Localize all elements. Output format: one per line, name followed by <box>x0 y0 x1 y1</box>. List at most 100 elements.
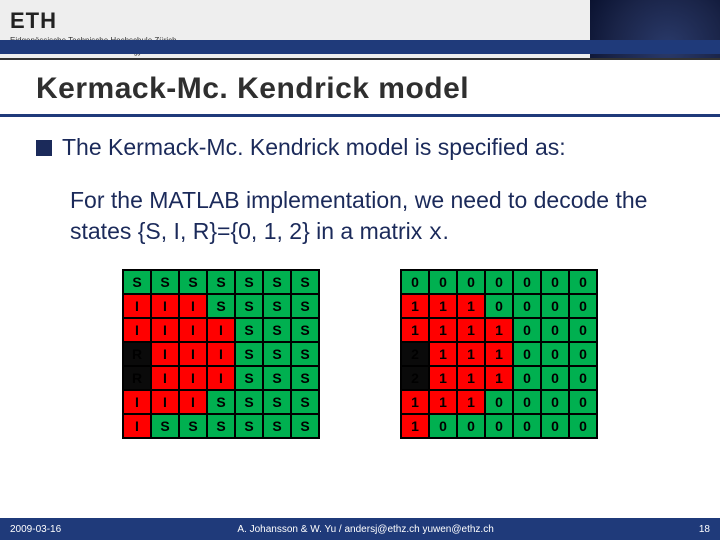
bullet-marker-icon <box>36 140 52 156</box>
state-grid-letters: SSSSSSSIIISSSSIIIISSSRIIISSSRIIISSSIIISS… <box>122 269 320 439</box>
paragraph-1: For the MATLAB implementation, we need t… <box>70 185 684 249</box>
grid-cell: S <box>207 270 235 294</box>
grid-cell: 0 <box>541 342 569 366</box>
grid-cell: 1 <box>401 294 429 318</box>
grid-cell: 0 <box>541 318 569 342</box>
grid-cell: S <box>263 366 291 390</box>
grid-cell: 1 <box>457 318 485 342</box>
grid-cell: S <box>151 270 179 294</box>
bullet-1-text: The Kermack-Mc. Kendrick model is specif… <box>62 133 566 163</box>
grid-cell: S <box>291 342 319 366</box>
grid-cell: 0 <box>569 318 597 342</box>
grid-cell: S <box>235 342 263 366</box>
grid-cell: 0 <box>457 270 485 294</box>
grid-cell: S <box>291 318 319 342</box>
grid-cell: 0 <box>513 318 541 342</box>
grid-cell: I <box>151 366 179 390</box>
grid-cell: 1 <box>429 366 457 390</box>
slide: ETH Eidgenössische Technische Hochschule… <box>0 0 720 540</box>
paragraph-1-c: . <box>442 218 448 244</box>
grid-cell: 1 <box>485 366 513 390</box>
grid-cell: 1 <box>485 318 513 342</box>
grid-cell: S <box>263 318 291 342</box>
grid-cell: 0 <box>401 270 429 294</box>
header: ETH Eidgenössische Technische Hochschule… <box>0 0 720 60</box>
grid-cell: S <box>235 294 263 318</box>
grid-cell: S <box>263 390 291 414</box>
paragraph-1-code: x <box>429 220 443 246</box>
footer-page: 18 <box>670 524 710 535</box>
grid-cell: S <box>263 294 291 318</box>
grid-cell: 0 <box>569 294 597 318</box>
grid-cell: 0 <box>569 270 597 294</box>
grid-cell: I <box>207 342 235 366</box>
grid-cell: S <box>291 390 319 414</box>
grid-cell: S <box>151 414 179 438</box>
grid-cell: I <box>151 342 179 366</box>
grid-cell: 2 <box>401 342 429 366</box>
grid-cell: 1 <box>457 390 485 414</box>
grid-cell: 0 <box>541 366 569 390</box>
tables-row: SSSSSSSIIISSSSIIIISSSRIIISSSRIIISSSIIISS… <box>36 269 684 439</box>
grid-cell: I <box>179 342 207 366</box>
grid-cell: S <box>291 414 319 438</box>
grid-cell: 0 <box>541 294 569 318</box>
grid-cell: S <box>207 294 235 318</box>
grid-cell: S <box>207 390 235 414</box>
grid-cell: 1 <box>457 294 485 318</box>
grid-cell: 1 <box>485 342 513 366</box>
grid-cell: 1 <box>429 342 457 366</box>
grid-cell: 1 <box>457 342 485 366</box>
grid-cell: 1 <box>429 318 457 342</box>
grid-cell: 0 <box>513 294 541 318</box>
grid-cell: I <box>207 366 235 390</box>
state-grid-numbers: 0000000111000011110002111000211100011100… <box>400 269 598 439</box>
grid-cell: S <box>235 318 263 342</box>
grid-cell: S <box>263 270 291 294</box>
grid-cell: I <box>151 390 179 414</box>
grid-cell: S <box>263 414 291 438</box>
grid-cell: 0 <box>569 390 597 414</box>
grid-cell: 0 <box>541 390 569 414</box>
grid-cell: I <box>179 366 207 390</box>
grid-cell: 0 <box>485 294 513 318</box>
grid-cell: 2 <box>401 366 429 390</box>
grid-cell: I <box>179 318 207 342</box>
footer: 2009-03-16 A. Johansson & W. Yu / anders… <box>0 518 720 540</box>
grid-cell: 0 <box>513 414 541 438</box>
header-bar <box>0 40 720 54</box>
footer-credits: A. Johansson & W. Yu / andersj@ethz.ch y… <box>61 524 670 535</box>
grid-cell: 1 <box>457 366 485 390</box>
grid-cell: S <box>291 294 319 318</box>
grid-cell: I <box>123 390 151 414</box>
slide-body: The Kermack-Mc. Kendrick model is specif… <box>0 133 720 518</box>
grid-cell: R <box>123 342 151 366</box>
grid-cell: 1 <box>429 390 457 414</box>
grid-cell: 0 <box>569 366 597 390</box>
grid-cell: I <box>123 318 151 342</box>
grid-cell: 0 <box>429 270 457 294</box>
grid-cell: 0 <box>569 342 597 366</box>
grid-cell: 1 <box>401 390 429 414</box>
grid-cell: 0 <box>513 366 541 390</box>
grid-cell: S <box>263 342 291 366</box>
header-underline <box>0 58 720 60</box>
grid-cell: S <box>235 414 263 438</box>
grid-cell: 0 <box>513 342 541 366</box>
grid-cell: I <box>179 390 207 414</box>
grid-cell: S <box>179 414 207 438</box>
grid-cell: S <box>179 270 207 294</box>
grid-cell: S <box>235 270 263 294</box>
grid-cell: 0 <box>541 414 569 438</box>
grid-cell: I <box>179 294 207 318</box>
grid-cell: 0 <box>569 414 597 438</box>
grid-cell: S <box>291 270 319 294</box>
grid-cell: 0 <box>485 270 513 294</box>
title-rule <box>0 114 720 117</box>
footer-date: 2009-03-16 <box>10 524 61 535</box>
grid-cell: 0 <box>541 270 569 294</box>
grid-cell: S <box>235 366 263 390</box>
slide-title: Kermack-Mc. Kendrick model <box>36 72 720 106</box>
grid-cell: S <box>123 270 151 294</box>
grid-cell: 0 <box>429 414 457 438</box>
